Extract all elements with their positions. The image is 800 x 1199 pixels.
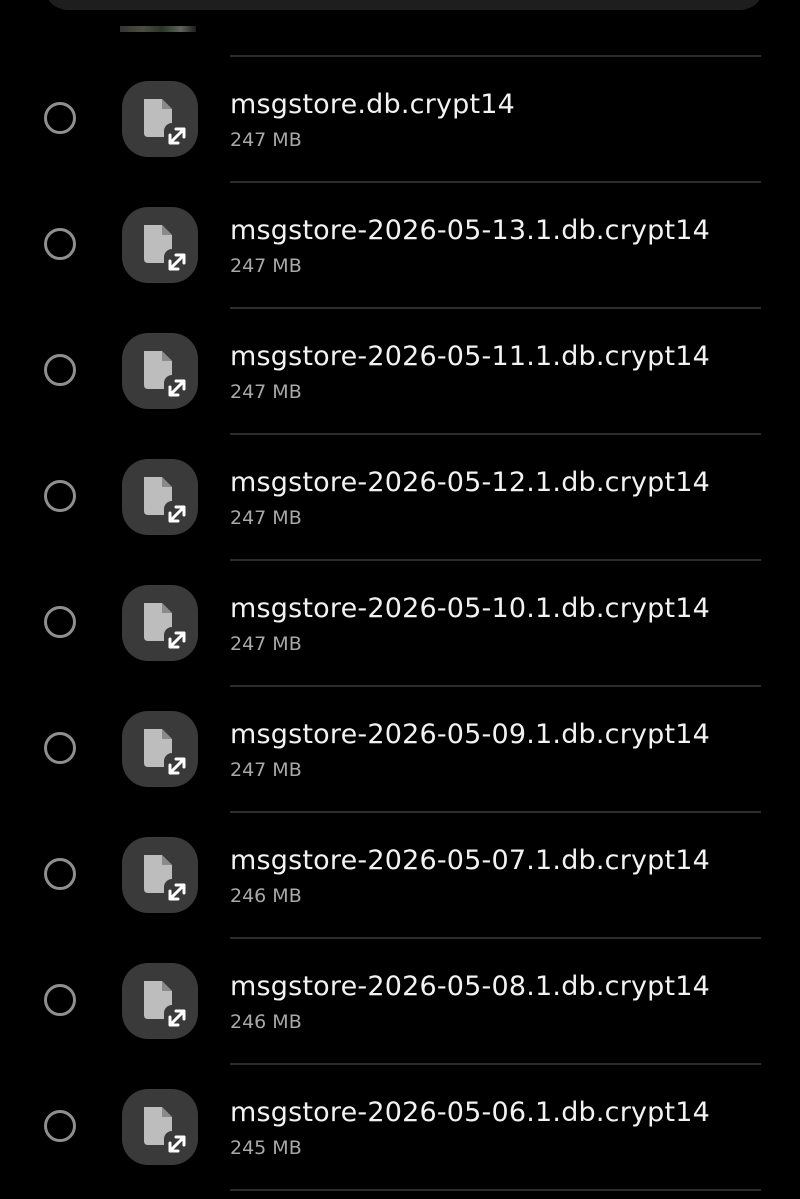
file-name: msgstore.db.crypt14 <box>230 89 516 120</box>
file-size: 247 MB <box>230 759 302 781</box>
file-name: msgstore-2026-05-12.1.db.crypt14 <box>230 467 711 498</box>
file-shortcut-icon-graphic <box>144 603 190 653</box>
file-size: 247 MB <box>230 633 302 655</box>
file-size: 246 MB <box>230 885 302 907</box>
file-list-item[interactable]: msgstore-2026-05-06.1.db.crypt14 245 MB <box>44 1065 761 1191</box>
select-radio-button[interactable] <box>44 984 76 1016</box>
file-shortcut-icon <box>122 711 198 787</box>
file-list-item[interactable]: msgstore-2026-05-08.1.db.crypt14 246 MB <box>44 939 761 1065</box>
file-size: 247 MB <box>230 507 302 529</box>
file-shortcut-icon-graphic <box>144 351 190 401</box>
file-shortcut-icon <box>122 837 198 913</box>
file-list-item[interactable]: msgstore-2026-05-12.1.db.crypt14 247 MB <box>44 435 761 561</box>
file-name: msgstore-2026-05-13.1.db.crypt14 <box>230 215 711 246</box>
file-shortcut-icon-graphic <box>144 855 190 905</box>
file-shortcut-icon <box>122 963 198 1039</box>
file-list-item[interactable]: msgstore-2026-05-09.1.db.crypt14 247 MB <box>44 687 761 813</box>
file-size: 247 MB <box>230 255 302 277</box>
file-name: msgstore-2026-05-07.1.db.crypt14 <box>230 845 711 876</box>
file-name: msgstore-2026-05-11.1.db.crypt14 <box>230 341 711 372</box>
select-radio-button[interactable] <box>44 480 76 512</box>
file-shortcut-icon <box>122 207 198 283</box>
file-list-item[interactable]: msgstore-2026-05-10.1.db.crypt14 247 MB <box>44 561 761 687</box>
select-radio-button[interactable] <box>44 1110 76 1142</box>
file-shortcut-icon-graphic <box>144 477 190 527</box>
file-list-item[interactable]: msgstore-2026-05-13.1.db.crypt14 247 MB <box>44 183 761 309</box>
file-shortcut-icon-graphic <box>144 99 190 149</box>
file-shortcut-icon-graphic <box>144 729 190 779</box>
file-list: msgstore.db.crypt14 247 MB msgstore-2026… <box>0 57 800 1191</box>
file-size: 247 MB <box>230 129 302 151</box>
file-size: 246 MB <box>230 1011 302 1033</box>
file-list-item[interactable]: msgstore.db.crypt14 247 MB <box>44 57 761 183</box>
previous-item-thumbnail <box>120 26 196 32</box>
file-shortcut-icon <box>122 459 198 535</box>
file-shortcut-icon <box>122 81 198 157</box>
select-radio-button[interactable] <box>44 606 76 638</box>
file-name: msgstore-2026-05-08.1.db.crypt14 <box>230 971 711 1002</box>
select-radio-button[interactable] <box>44 732 76 764</box>
select-radio-button[interactable] <box>44 102 76 134</box>
file-shortcut-icon <box>122 1089 198 1165</box>
file-shortcut-icon-graphic <box>144 1107 190 1157</box>
file-list-item[interactable]: msgstore-2026-05-11.1.db.crypt14 247 MB <box>44 309 761 435</box>
file-shortcut-icon <box>122 585 198 661</box>
file-name: msgstore-2026-05-06.1.db.crypt14 <box>230 1097 711 1128</box>
top-search-bar[interactable] <box>44 0 764 10</box>
file-size: 247 MB <box>230 381 302 403</box>
file-shortcut-icon-graphic <box>144 225 190 275</box>
file-list-item[interactable]: msgstore-2026-05-07.1.db.crypt14 246 MB <box>44 813 761 939</box>
select-radio-button[interactable] <box>44 354 76 386</box>
select-radio-button[interactable] <box>44 228 76 260</box>
file-shortcut-icon <box>122 333 198 409</box>
file-manager-screen: msgstore.db.crypt14 247 MB msgstore-2026… <box>0 0 800 1199</box>
file-name: msgstore-2026-05-09.1.db.crypt14 <box>230 719 711 750</box>
file-name: msgstore-2026-05-10.1.db.crypt14 <box>230 593 711 624</box>
file-size: 245 MB <box>230 1137 302 1159</box>
select-radio-button[interactable] <box>44 858 76 890</box>
file-shortcut-icon-graphic <box>144 981 190 1031</box>
